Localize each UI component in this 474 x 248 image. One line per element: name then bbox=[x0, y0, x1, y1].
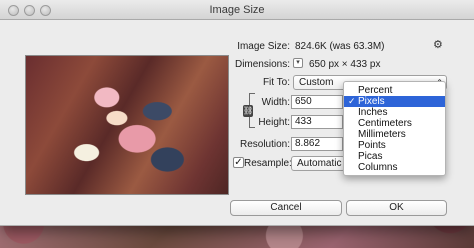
fit-to-label: Fit To: bbox=[262, 77, 290, 88]
menu-item-percent[interactable]: Percent bbox=[344, 85, 445, 96]
resample-checkbox[interactable]: ✓ bbox=[233, 157, 244, 168]
menu-item-picas[interactable]: Picas bbox=[344, 151, 445, 162]
resample-label: Resample: bbox=[244, 158, 292, 169]
window-title: Image Size bbox=[209, 4, 265, 16]
checkmark-icon: ✓ bbox=[348, 96, 356, 106]
image-size-label: Image Size: bbox=[237, 41, 290, 52]
resolution-input[interactable]: 8.862 bbox=[291, 137, 343, 151]
menu-item-points[interactable]: Points bbox=[344, 140, 445, 151]
cancel-button[interactable]: Cancel bbox=[230, 200, 342, 216]
dimensions-label: Dimensions: bbox=[234, 59, 290, 70]
image-preview[interactable] bbox=[25, 55, 229, 195]
height-input[interactable]: 433 bbox=[291, 115, 343, 129]
menu-item-columns[interactable]: Columns bbox=[344, 162, 445, 173]
desktop-background bbox=[0, 226, 474, 248]
dimensions-value: 650 px × 433 px bbox=[309, 59, 381, 70]
image-size-dialog: Image Size Image Size: 824.6K (was 63.3M… bbox=[0, 0, 474, 226]
menu-item-centimeters[interactable]: Centimeters bbox=[344, 118, 445, 129]
height-label: Height: bbox=[258, 117, 290, 128]
resolution-label: Resolution: bbox=[239, 139, 290, 150]
width-input[interactable]: 650 bbox=[291, 95, 343, 109]
gear-icon[interactable]: ⚙ bbox=[433, 38, 443, 51]
resample-select[interactable]: Automatic bbox=[291, 156, 345, 171]
ok-button[interactable]: OK bbox=[346, 200, 447, 216]
menu-item-millimeters[interactable]: Millimeters bbox=[344, 129, 445, 140]
dimensions-disclosure-button[interactable]: ▾ bbox=[293, 58, 303, 68]
image-size-value: 824.6K (was 63.3M) bbox=[295, 41, 385, 52]
unit-dropdown-menu: Percent ✓ Pixels Inches Centimeters Milli… bbox=[343, 81, 446, 176]
title-bar: Image Size bbox=[0, 0, 474, 20]
menu-item-pixels[interactable]: ✓ Pixels bbox=[344, 96, 445, 107]
width-label: Width: bbox=[261, 97, 290, 108]
resample-value: Automatic bbox=[297, 158, 342, 169]
fit-to-value: Custom bbox=[299, 77, 334, 88]
menu-item-inches[interactable]: Inches bbox=[344, 107, 445, 118]
